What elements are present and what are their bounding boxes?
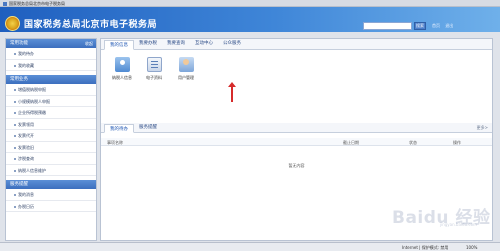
document-icon [146,57,162,72]
empty-message: 暂无内容 [288,163,305,168]
tab-my-info[interactable]: 我的信息 [104,40,134,50]
home-link[interactable]: 首页 [432,23,440,28]
column-header-name: 事项名称 [107,139,123,145]
sidebar-item-favorites[interactable]: 我的收藏 [6,60,96,71]
sidebar-item-small-scale[interactable]: 小规模纳税人申报 [6,96,96,107]
sidebar-section-business[interactable]: 常用业务 [6,75,96,84]
baidu-watermark-url: jingyan.baidu.com [440,222,477,227]
sidebar-item-invoice-get[interactable]: 发票领用 [6,119,96,130]
sidebar: 常用功能 收起 我的待办 我的收藏 常用业务 增值税纳税申报 小规模纳税人申报 … [5,38,97,241]
logout-link[interactable]: 退出 [445,23,453,28]
column-header-action: 操作 [453,139,461,145]
app-taxpayer-info[interactable]: 纳税人信息 [107,57,137,81]
more-link[interactable]: 更多> [477,125,488,131]
sidebar-item-query[interactable]: 涉税查询 [6,153,96,165]
tab-public-service[interactable]: 公众服务 [218,39,246,49]
user-icon [178,57,194,72]
bullet-icon [14,89,16,91]
site-banner: 国家税务总局北京市电子税务局 搜索 首页 退出 [0,7,500,32]
browser-statusbar: Internet | 保护模式: 禁用 100% [0,242,500,251]
bullet-icon [14,194,16,196]
sidebar-item-invoice-issue[interactable]: 发票代开 [6,130,96,142]
bullet-icon [14,64,16,67]
tab-do-tax[interactable]: 我要办税 [134,39,162,49]
column-header-status: 状态 [409,139,417,145]
site-title: 国家税务总局北京市电子税务局 [24,20,158,30]
tax-emblem-icon [5,16,20,31]
bullet-icon [14,169,16,172]
sidebar-item-info[interactable]: 纳税人信息维护 [6,165,96,176]
window-titlebar: 国家税务总局北京市电子税务局 [0,0,500,7]
bullet-icon [14,123,16,126]
browser-icon [3,2,7,6]
bullet-icon [14,100,16,103]
tab-interaction[interactable]: 互动中心 [190,39,218,49]
tab-todo[interactable]: 我的待办 [104,124,134,133]
sidebar-item-calendar[interactable]: 办税日历 [6,201,96,212]
sidebar-section-common[interactable]: 常用功能 收起 [6,39,96,48]
column-header-deadline: 截止日期 [343,139,359,145]
main-tabs: 我的信息 我要办税 我要查询 互动中心 公众服务 [101,39,492,50]
sidebar-section-reminder[interactable]: 服务提醒 [6,180,96,189]
security-zone: Internet | 保护模式: 禁用 [402,245,449,250]
tab-service-reminder[interactable]: 服务提醒 [134,123,162,132]
panel-tabs: 我的待办 服务提醒 更多> [101,123,492,133]
bullet-icon [14,112,16,114]
window-title: 国家税务总局北京市电子税务局 [9,1,65,6]
bullet-icon [14,53,16,55]
sidebar-item-vat[interactable]: 增值税纳税申报 [6,84,96,96]
app-user-management[interactable]: 用户管理 [171,57,201,81]
zoom-level[interactable]: 100% [466,245,477,250]
search-input[interactable] [363,22,412,30]
bullet-icon [14,158,16,160]
tab-query[interactable]: 我要查询 [162,39,190,49]
sidebar-item-todo[interactable]: 我的待办 [6,48,96,60]
app-e-documents[interactable]: 电子资料 [139,57,169,81]
bullet-icon [14,146,16,149]
search-button[interactable]: 搜索 [414,22,426,30]
person-icon [114,57,130,72]
bullet-icon [14,135,16,137]
table-header: 事项名称 截止日期 状态 操作 [101,138,492,146]
collapse-toggle[interactable]: 收起 [85,39,93,48]
sidebar-item-cit[interactable]: 企业所得税预缴 [6,107,96,119]
sidebar-item-invoice-check[interactable]: 发票验旧 [6,142,96,153]
red-arrow-annotation [228,82,236,102]
bullet-icon [14,205,16,208]
header-links: 首页 退出 [432,23,457,29]
app-shortcuts: 纳税人信息 电子资料 用户管理 [101,50,492,110]
sidebar-item-messages[interactable]: 我的消息 [6,189,96,201]
